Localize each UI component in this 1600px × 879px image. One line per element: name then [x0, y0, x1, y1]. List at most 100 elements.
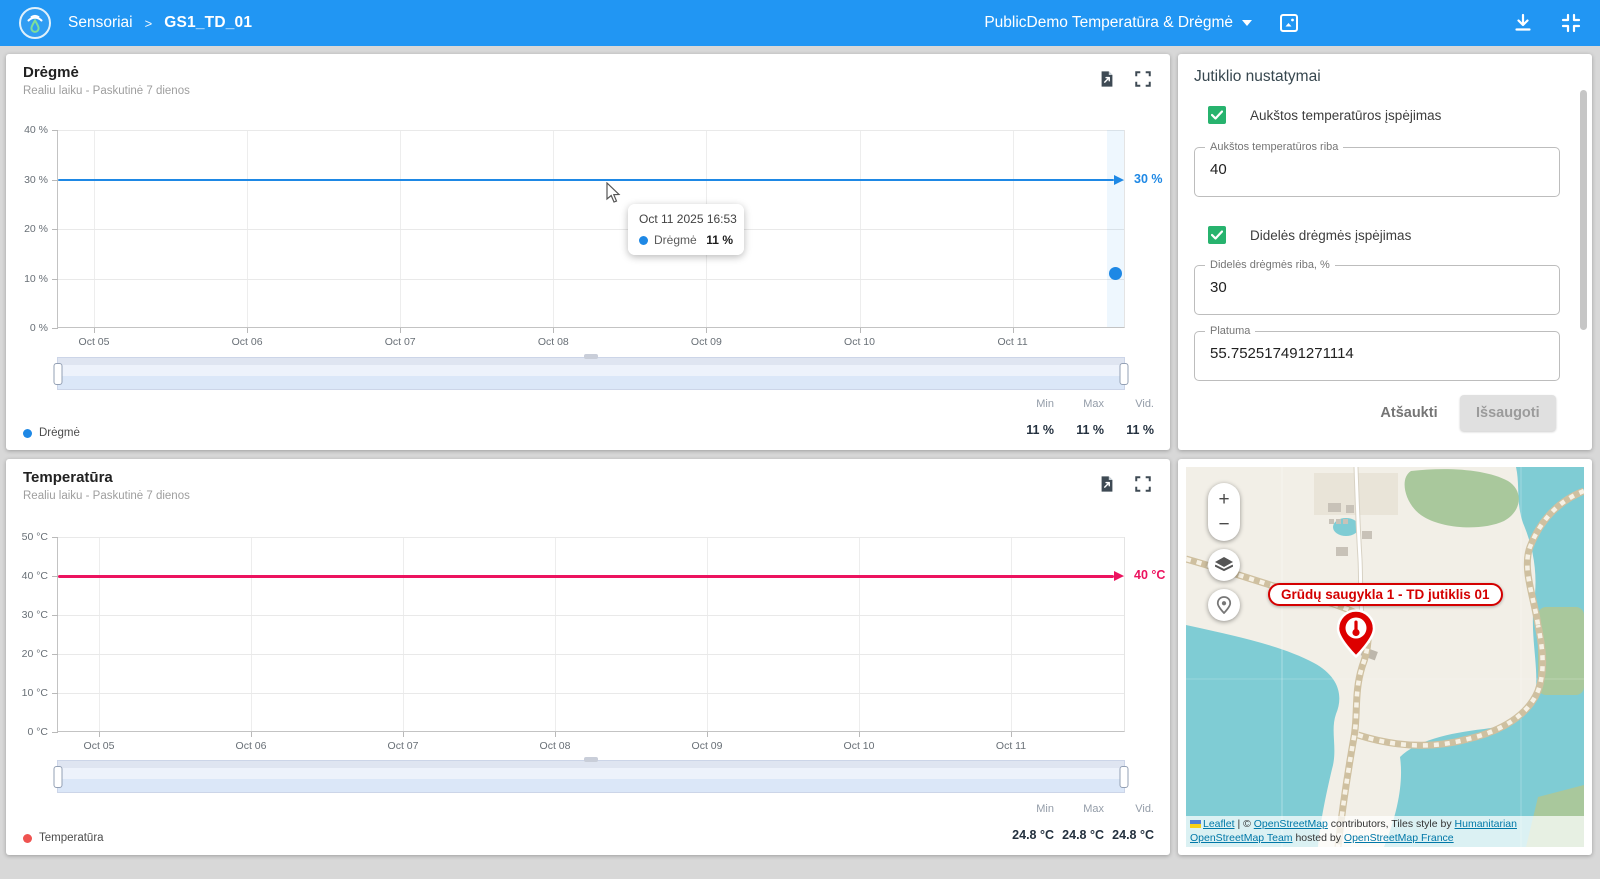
y-axis-tick-label: 0 % — [0, 322, 48, 334]
attribution-text: contributors, Tiles style by — [1328, 818, 1455, 830]
navigator-mask — [58, 358, 1124, 365]
gridline-vertical — [707, 537, 708, 731]
x-axis-tick-label: Oct 06 — [232, 336, 263, 348]
y-axis-tick-label: 10 °C — [0, 687, 48, 699]
x-axis-tick — [1013, 328, 1014, 333]
temperature-chart-plot[interactable]: Oct 05Oct 06Oct 07Oct 08Oct 09Oct 10Oct … — [57, 537, 1125, 732]
app-logo-icon[interactable] — [18, 6, 52, 40]
mouse-cursor — [606, 182, 622, 204]
gridline-vertical — [403, 537, 404, 731]
latitude-label: Platuma — [1205, 325, 1255, 337]
tooltip-series-dot — [639, 236, 648, 245]
navigator-grip[interactable] — [584, 354, 598, 359]
latitude-input[interactable] — [1210, 345, 1540, 362]
y-axis-tick — [52, 537, 58, 538]
hover-highlight-band — [1107, 130, 1124, 327]
sensor-settings-panel: Jutiklio nustatymai Aukštos temperatūros… — [1178, 54, 1592, 450]
threshold-value-label: 30 % — [1134, 172, 1163, 186]
temperature-panel-actions — [1098, 475, 1152, 493]
stat-avg-value: 11 % — [1104, 423, 1154, 437]
humidity-chart-navigator[interactable] — [57, 357, 1125, 390]
map-zoom-control: + − — [1208, 483, 1240, 541]
map-tiles — [1186, 467, 1584, 847]
humidity-legend[interactable]: Drėgmė — [23, 427, 80, 439]
threshold-arrow — [1114, 571, 1124, 581]
checkbox-checked-icon[interactable] — [1208, 226, 1226, 244]
export-data-icon[interactable] — [1098, 475, 1116, 493]
x-axis-tick-label: Oct 10 — [844, 740, 875, 752]
navigator-handle-right[interactable] — [1120, 766, 1129, 788]
header-actions: PublicDemo Temperatūra & Drėgmė — [984, 12, 1582, 34]
y-axis-tick-label: 10 % — [0, 273, 48, 285]
y-axis-tick-label: 40 % — [0, 124, 48, 136]
gridline-horizontal — [58, 229, 1124, 230]
map-locate-button[interactable] — [1208, 589, 1240, 621]
attribution-text: hosted by — [1293, 832, 1344, 844]
zoom-out-button[interactable]: − — [1218, 515, 1229, 534]
map-canvas[interactable]: + − Grūdų saugykla 1 - TD jutiklis 01 — [1186, 467, 1584, 847]
gridline-horizontal — [58, 615, 1124, 616]
osm-link[interactable]: OpenStreetMap — [1254, 818, 1328, 830]
y-axis-tick-label: 30 % — [0, 174, 48, 186]
navigator-handle-right[interactable] — [1120, 363, 1129, 385]
high-humidity-alert-checkbox-row[interactable]: Didelės drėgmės įspėjimas — [1208, 226, 1411, 244]
breadcrumb: Sensoriai > GS1_TD_01 — [68, 14, 252, 32]
humidity-stats: Min Max Vid. 11 % 11 % 11 % — [998, 398, 1154, 437]
navigator-handle-left[interactable] — [54, 363, 63, 385]
high-temp-limit-label: Aukštos temperatūros riba — [1205, 141, 1343, 153]
leaflet-link[interactable]: Leaflet — [1203, 818, 1235, 830]
x-axis-tick — [247, 328, 248, 333]
x-axis-tick-label: Oct 09 — [692, 740, 723, 752]
stat-max-value: 24.8 °C — [1054, 828, 1104, 842]
high-temp-limit-input[interactable] — [1210, 161, 1540, 178]
x-axis-tick-label: Oct 09 — [691, 336, 722, 348]
navigator-grip[interactable] — [584, 757, 598, 762]
gridline-horizontal — [58, 693, 1124, 694]
humidity-chart-plot[interactable]: Oct 05Oct 06Oct 07Oct 08Oct 09Oct 10Oct … — [57, 130, 1125, 328]
dashboard-selector[interactable]: PublicDemo Temperatūra & Drėgmė — [984, 14, 1252, 32]
x-axis-tick — [99, 732, 100, 737]
y-axis-tick — [52, 732, 58, 733]
zoom-in-button[interactable]: + — [1218, 490, 1229, 509]
high-humidity-limit-input[interactable] — [1210, 279, 1540, 296]
high-humidity-alert-label: Didelės drėgmės įspėjimas — [1250, 228, 1411, 243]
x-axis-tick — [251, 732, 252, 737]
high-temp-alert-checkbox-row[interactable]: Aukštos temperatūros įspėjimas — [1208, 106, 1441, 124]
threshold-line — [58, 575, 1114, 578]
temperature-legend[interactable]: Temperatūra — [23, 832, 104, 844]
map-marker-tooltip[interactable]: Grūdų saugykla 1 - TD jutiklis 01 — [1268, 583, 1503, 606]
fullscreen-icon[interactable] — [1134, 475, 1152, 493]
fullscreen-icon[interactable] — [1134, 70, 1152, 88]
download-icon[interactable] — [1512, 12, 1534, 34]
stat-min-label: Min — [998, 803, 1054, 815]
humidity-panel-title: Drėgmė — [23, 64, 79, 81]
map-layers-button[interactable] — [1208, 549, 1240, 581]
humidity-legend-dot — [23, 429, 32, 438]
save-button[interactable]: Išsaugoti — [1460, 395, 1556, 431]
tooltip-series-row: Drėgmė 11 % — [639, 233, 733, 247]
latitude-field: Platuma — [1194, 331, 1560, 381]
tooltip-timestamp: Oct 11 2025 16:53 — [639, 212, 733, 226]
map-marker-icon[interactable] — [1336, 609, 1376, 659]
y-axis-tick — [52, 693, 58, 694]
temperature-chart-navigator[interactable] — [57, 760, 1125, 793]
x-axis-tick — [94, 328, 95, 333]
x-axis-tick — [860, 328, 861, 333]
cancel-button[interactable]: Atšaukti — [1376, 395, 1442, 431]
export-data-icon[interactable] — [1098, 70, 1116, 88]
checkbox-checked-icon[interactable] — [1208, 106, 1226, 124]
image-widget-icon[interactable] — [1278, 12, 1300, 34]
navigator-handle-left[interactable] — [54, 766, 63, 788]
tooltip-series-name: Drėgmė — [654, 233, 697, 247]
y-axis-tick-label: 40 °C — [0, 570, 48, 582]
settings-scrollbar[interactable] — [1580, 90, 1587, 330]
osmfr-link[interactable]: OpenStreetMap France — [1344, 832, 1454, 844]
x-axis-tick — [400, 328, 401, 333]
gridline-vertical — [859, 537, 860, 731]
x-axis-tick-label: Oct 08 — [540, 740, 571, 752]
temperature-legend-dot — [23, 834, 32, 843]
compress-icon[interactable] — [1560, 12, 1582, 34]
stat-avg-label: Vid. — [1104, 803, 1154, 815]
breadcrumb-app-link[interactable]: Sensoriai — [68, 14, 133, 32]
page: Sensoriai > GS1_TD_01 PublicDemo Tempera… — [0, 0, 1600, 879]
